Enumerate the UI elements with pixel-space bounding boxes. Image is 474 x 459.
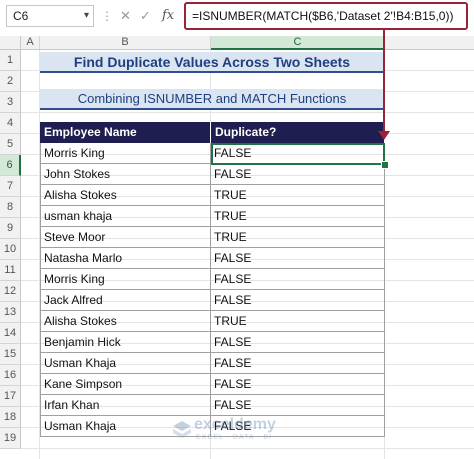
column-header-c[interactable]: C — [211, 36, 385, 50]
row-header-8[interactable]: 8 — [0, 197, 21, 218]
row-header-17[interactable]: 17 — [0, 386, 21, 407]
formula-bar: C6 ▾ ⋮ ✕ ✓ fx =ISNUMBER(MATCH($B6,'Datas… — [0, 0, 474, 36]
row-header-3[interactable]: 3 — [0, 92, 21, 113]
row-header-16[interactable]: 16 — [0, 365, 21, 386]
duplicate-result-cell[interactable]: FALSE — [211, 269, 385, 290]
chevron-down-icon[interactable]: ▾ — [84, 6, 89, 26]
formula-input[interactable]: =ISNUMBER(MATCH($B6,'Dataset 2'!B4:B15,0… — [184, 2, 468, 30]
watermark-name: exceldemy — [194, 416, 276, 433]
row-header-18[interactable]: 18 — [0, 407, 21, 428]
fill-handle[interactable] — [381, 161, 389, 169]
gridline — [21, 448, 474, 449]
table-header-employee[interactable]: Employee Name — [40, 122, 211, 143]
employee-name-cell[interactable]: Kane Simpson — [40, 374, 211, 395]
duplicate-result-cell[interactable]: FALSE — [211, 164, 385, 185]
duplicate-result-cell[interactable]: FALSE — [211, 248, 385, 269]
column-header-d[interactable] — [385, 36, 474, 50]
drag-handle-icon[interactable]: ⋮ — [101, 8, 113, 24]
row-header-7[interactable]: 7 — [0, 176, 21, 197]
table-header-duplicate[interactable]: Duplicate? — [211, 122, 385, 143]
row-header-6[interactable]: 6 — [0, 155, 21, 176]
row-header-1[interactable]: 1 — [0, 50, 21, 71]
row-header-14[interactable]: 14 — [0, 323, 21, 344]
employee-name-cell[interactable]: Steve Moor — [40, 227, 211, 248]
row-header-4[interactable]: 4 — [0, 113, 21, 134]
insert-function-icon[interactable]: fx — [162, 5, 174, 27]
cancel-icon[interactable]: ✕ — [120, 5, 131, 27]
employee-name-cell[interactable]: Alisha Stokes — [40, 311, 211, 332]
duplicate-result-cell[interactable]: TRUE — [211, 227, 385, 248]
row-header-12[interactable]: 12 — [0, 281, 21, 302]
duplicate-result-cell[interactable]: FALSE — [211, 395, 385, 416]
formula-buttons: ✕ ✓ fx — [116, 5, 182, 27]
name-box[interactable]: C6 ▾ — [6, 5, 94, 27]
duplicate-result-cell[interactable]: FALSE — [211, 290, 385, 311]
watermark-logo: exceldemy EXCEL · DATA · BI — [172, 416, 312, 446]
employee-name-cell[interactable]: Morris King — [40, 143, 211, 164]
duplicate-result-cell[interactable]: TRUE — [211, 185, 385, 206]
row-header-11[interactable]: 11 — [0, 260, 21, 281]
confirm-icon[interactable]: ✓ — [140, 5, 151, 27]
row-header-10[interactable]: 10 — [0, 239, 21, 260]
employee-name-cell[interactable]: Alisha Stokes — [40, 185, 211, 206]
row-header-5[interactable]: 5 — [0, 134, 21, 155]
employee-name-cell[interactable]: Irfan Khan — [40, 395, 211, 416]
duplicate-result-cell[interactable]: FALSE — [211, 353, 385, 374]
duplicate-result-cell[interactable]: FALSE — [211, 143, 385, 164]
duplicate-result-cell[interactable]: TRUE — [211, 206, 385, 227]
select-all-corner[interactable] — [0, 36, 21, 50]
name-box-value: C6 — [13, 9, 29, 23]
row-header-13[interactable]: 13 — [0, 302, 21, 323]
sheet-subtitle: Combining ISNUMBER and MATCH Functions — [40, 89, 384, 110]
duplicate-result-cell[interactable]: TRUE — [211, 311, 385, 332]
gridline — [21, 112, 474, 113]
employee-name-cell[interactable]: Natasha Marlo — [40, 248, 211, 269]
employee-name-cell[interactable]: John Stokes — [40, 164, 211, 185]
employee-name-cell[interactable]: Morris King — [40, 269, 211, 290]
row-header-15[interactable]: 15 — [0, 344, 21, 365]
row-header-9[interactable]: 9 — [0, 218, 21, 239]
column-header-b[interactable]: B — [40, 36, 211, 50]
callout-arrow-line — [383, 30, 385, 134]
employee-name-cell[interactable]: Usman Khaja — [40, 353, 211, 374]
employee-name-cell[interactable]: Jack Alfred — [40, 290, 211, 311]
row-header-2[interactable]: 2 — [0, 71, 21, 92]
duplicate-result-cell[interactable]: FALSE — [211, 374, 385, 395]
employee-name-cell[interactable]: Benjamin Hick — [40, 332, 211, 353]
employee-name-cell[interactable]: usman khaja — [40, 206, 211, 227]
callout-arrow-head — [378, 131, 390, 140]
sheet-title: Find Duplicate Values Across Two Sheets — [40, 52, 384, 73]
duplicate-result-cell[interactable]: FALSE — [211, 332, 385, 353]
row-header-19[interactable]: 19 — [0, 428, 21, 449]
column-header-a[interactable]: A — [21, 36, 40, 50]
watermark-tagline: EXCEL · DATA · BI — [196, 434, 272, 441]
logo-icon — [173, 421, 191, 438]
